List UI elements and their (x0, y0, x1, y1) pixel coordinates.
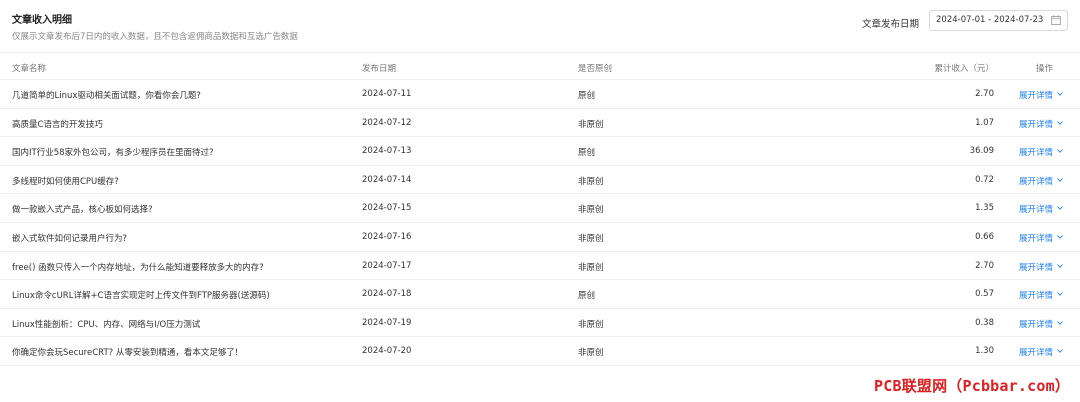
chevron-down-icon (1057, 149, 1063, 154)
table-row: Linux性能剖析：CPU、内存、网络与I/O压力测试 2024-07-19 非… (0, 309, 1080, 338)
page-subtitle: 仅展示文章发布后7日内的收入数据，且不包含返佣商品数据和互选广告数据 (12, 32, 298, 42)
publish-date: 2024-07-11 (362, 89, 412, 99)
date-filter-label: 文章发布日期 (862, 19, 920, 30)
article-name: 高质量C语言的开发技巧 (12, 119, 103, 130)
expand-details-link[interactable]: 展开详情 (1019, 289, 1063, 301)
expand-details-link[interactable]: 展开详情 (1019, 318, 1063, 330)
expand-details-link[interactable]: 展开详情 (1019, 346, 1063, 358)
chevron-down-icon (1057, 320, 1063, 325)
original-status: 原创 (578, 291, 596, 302)
publish-date: 2024-07-15 (362, 203, 412, 214)
article-name: 嵌入式软件如何记录用户行为? (12, 233, 128, 244)
site-watermark: PCB联盟网（Pcbbar.com） (874, 377, 1071, 395)
article-name: 你确定你会玩SecureCRT? 从零安装到精通，看本文足够了! (12, 348, 239, 359)
article-name: 做一款嵌入式产品，核心板如何选择? (12, 205, 153, 216)
income-value: 0.38 (975, 317, 994, 328)
table-row: 国内IT行业58家外包公司，有多少程序员在里面待过? 2024-07-13 原创… (0, 137, 1080, 166)
chevron-down-icon (1057, 177, 1063, 182)
article-name: 国内IT行业58家外包公司，有多少程序员在里面待过? (12, 148, 214, 159)
expand-details-link[interactable]: 展开详情 (1019, 89, 1063, 101)
table-row: free() 函数只传入一个内存地址，为什么能知道要释放多大的内存? 2024-… (0, 252, 1080, 281)
column-header-date: 发布日期 (362, 64, 397, 74)
income-value: 0.66 (975, 231, 994, 242)
publish-date: 2024-07-20 (362, 346, 412, 357)
chevron-down-icon (1057, 206, 1063, 211)
column-header-op: 操作 (1036, 64, 1054, 74)
article-name: Linux命令cURL详解+C语言实现定时上传文件到FTP服务器(送源码) (12, 291, 270, 302)
column-header-original: 是否原创 (578, 64, 613, 74)
expand-details-link[interactable]: 展开详情 (1019, 261, 1063, 273)
publish-date: 2024-07-19 (362, 317, 412, 328)
publish-date: 2024-07-16 (362, 231, 412, 242)
income-table-body: 几道简单的Linux驱动相关面试题，你看你会几题? 2024-07-11 原创 … (0, 80, 1080, 366)
table-row: Linux命令cURL详解+C语言实现定时上传文件到FTP服务器(送源码) 20… (0, 280, 1080, 309)
table-row: 嵌入式软件如何记录用户行为? 2024-07-16 非原创 0.66 展开详情 (0, 223, 1080, 252)
publish-date: 2024-07-18 (362, 289, 412, 300)
original-status: 非原创 (578, 119, 604, 130)
article-name: Linux性能剖析：CPU、内存、网络与I/O压力测试 (12, 319, 201, 330)
original-status: 非原创 (578, 205, 604, 216)
income-value: 36.09 (969, 146, 994, 157)
table-row: 你确定你会玩SecureCRT? 从零安装到精通，看本文足够了! 2024-07… (0, 337, 1080, 366)
table-row: 几道简单的Linux驱动相关面试题，你看你会几题? 2024-07-11 原创 … (0, 80, 1080, 109)
publish-date: 2024-07-13 (362, 146, 412, 157)
table-row: 做一款嵌入式产品，核心板如何选择? 2024-07-15 非原创 1.35 展开… (0, 194, 1080, 223)
original-status: 非原创 (578, 176, 604, 187)
publish-date: 2024-07-14 (362, 174, 412, 185)
expand-details-link[interactable]: 展开详情 (1019, 118, 1063, 130)
income-value: 2.70 (975, 89, 994, 99)
column-header-name: 文章名称 (12, 64, 47, 74)
calendar-icon (1051, 15, 1061, 25)
expand-details-link[interactable]: 展开详情 (1019, 175, 1063, 187)
table-row: 高质量C语言的开发技巧 2024-07-12 非原创 1.07 展开详情 (0, 109, 1080, 138)
income-value: 1.30 (975, 346, 994, 357)
original-status: 原创 (578, 148, 596, 159)
original-status: 非原创 (578, 233, 604, 244)
income-value: 2.70 (975, 260, 994, 271)
original-status: 非原创 (578, 348, 604, 359)
table-header: 文章名称 发布日期 是否原创 累计收入（元） 操作 (0, 52, 1080, 80)
article-name: free() 函数只传入一个内存地址，为什么能知道要释放多大的内存? (12, 262, 264, 273)
original-status: 原创 (578, 91, 596, 101)
income-value: 0.57 (975, 289, 994, 300)
date-range-value: 2024-07-01 - 2024-07-23 (936, 15, 1044, 25)
page-header: 文章收入明细 仅展示文章发布后7日内的收入数据，且不包含返佣商品数据和互选广告数… (0, 0, 1080, 52)
income-value: 1.07 (975, 117, 994, 128)
expand-details-link[interactable]: 展开详情 (1019, 232, 1063, 244)
article-name: 多线程时如何使用CPU缓存? (12, 176, 119, 187)
chevron-down-icon (1057, 292, 1063, 297)
original-status: 非原创 (578, 262, 604, 273)
chevron-down-icon (1057, 263, 1063, 268)
publish-date: 2024-07-12 (362, 117, 412, 128)
income-value: 0.72 (975, 174, 994, 185)
chevron-down-icon (1057, 349, 1063, 354)
expand-details-link[interactable]: 展开详情 (1019, 203, 1063, 215)
chevron-down-icon (1057, 235, 1063, 239)
income-value: 1.35 (975, 203, 994, 214)
table-row: 多线程时如何使用CPU缓存? 2024-07-14 非原创 0.72 展开详情 (0, 166, 1080, 195)
column-header-income: 累计收入（元） (934, 64, 994, 74)
original-status: 非原创 (578, 319, 604, 330)
publish-date: 2024-07-17 (362, 260, 412, 271)
page-title: 文章收入明细 (12, 15, 72, 26)
chevron-down-icon (1057, 92, 1063, 96)
chevron-down-icon (1057, 120, 1063, 125)
article-name: 几道简单的Linux驱动相关面试题，你看你会几题? (12, 91, 201, 101)
date-range-picker[interactable]: 2024-07-01 - 2024-07-23 (929, 10, 1068, 31)
expand-details-link[interactable]: 展开详情 (1019, 146, 1063, 158)
